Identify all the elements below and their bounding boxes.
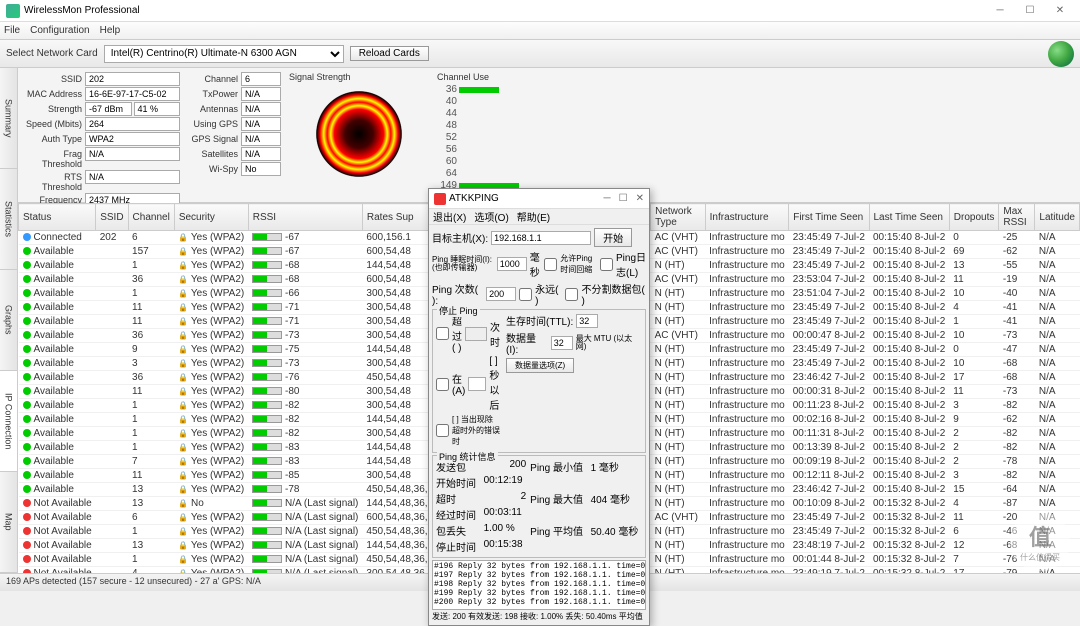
minimize-button[interactable]: ─	[986, 2, 1014, 20]
when-check[interactable]	[436, 327, 449, 340]
target-label: 目标主机(X):	[432, 230, 488, 245]
stop-ping-group: 停止 Ping 超过( )次时 在 (A)[ ] 秒以后 [ ] 当出现除超时外…	[432, 309, 646, 453]
titlebar: WirelessMon Professional ─ ☐ ✕	[0, 0, 1080, 22]
tab-statistics[interactable]: Statistics	[0, 169, 17, 270]
mac-value: 16-6E-97-17-C5-02	[85, 87, 180, 101]
col-header[interactable]: Network Type	[651, 204, 706, 231]
away-check[interactable]	[436, 424, 449, 437]
txpower-value: N/A	[241, 87, 281, 101]
always-check[interactable]	[519, 288, 532, 301]
watermark: 值 什么值得买	[1010, 511, 1070, 571]
dlg-menu-exit[interactable]: 退出(X)	[433, 209, 466, 224]
col-header[interactable]: Dropouts	[949, 204, 999, 231]
reload-cards-button[interactable]: Reload Cards	[350, 46, 429, 61]
ping-log[interactable]: #196 Reply 32 bytes from 192.168.1.1. ti…	[432, 560, 646, 610]
channel-value: 6	[241, 72, 281, 86]
ping-count-input[interactable]	[486, 287, 516, 301]
col-header[interactable]: Infrastructure	[705, 204, 789, 231]
globe-icon[interactable]	[1048, 41, 1074, 67]
col-header[interactable]: SSID	[96, 204, 128, 231]
rts-value: N/A	[85, 170, 180, 184]
ping-interval-input[interactable]	[497, 257, 527, 271]
start-button[interactable]: 开始	[594, 228, 632, 247]
target-input[interactable]	[491, 231, 591, 245]
dialog-menu: 退出(X) 选项(O) 帮助(E)	[429, 209, 649, 225]
tab-graphs[interactable]: Graphs	[0, 270, 17, 371]
gps-value: N/A	[241, 117, 281, 131]
dialog-titlebar[interactable]: ATKKPING ─ ☐ ✕	[429, 189, 649, 209]
app-icon	[6, 4, 20, 18]
network-card-label: Select Network Card	[6, 48, 98, 59]
sat-value: N/A	[241, 147, 281, 161]
col-header[interactable]: RSSI	[248, 204, 362, 231]
col-header[interactable]: Max RSSI	[999, 204, 1035, 231]
col-header[interactable]: Channel	[128, 204, 174, 231]
dialog-title: ATKKPING	[449, 193, 499, 204]
strength-dbm: -67 dBm	[85, 102, 132, 116]
side-tabs: Summary Statistics Graphs IP Connection …	[0, 68, 18, 573]
menu-help[interactable]: Help	[100, 25, 121, 36]
maximize-button[interactable]: ☐	[1016, 2, 1044, 20]
gpssig-value: N/A	[241, 132, 281, 146]
col-header[interactable]: First Time Seen	[789, 204, 869, 231]
dialog-icon	[434, 193, 446, 205]
tab-ip-connection[interactable]: IP Connection	[0, 371, 17, 472]
close-button[interactable]: ✕	[1046, 2, 1074, 20]
at-check[interactable]	[436, 378, 449, 391]
ping-summary: 发送: 200 有效发送: 198 接收: 1.00% 丢失: 50.40ms …	[432, 611, 646, 622]
ping-log-check[interactable]	[600, 258, 613, 271]
menu-file[interactable]: File	[4, 25, 20, 36]
connection-info: SSID202 MAC Address16-6E-97-17-C5-02 Str…	[22, 72, 180, 198]
signal-strength-title: Signal Strength	[289, 72, 429, 82]
radio-info: Channel6 TxPowerN/A AntennasN/A Using GP…	[188, 72, 281, 198]
top-panel: SSID202 MAC Address16-6E-97-17-C5-02 Str…	[18, 68, 1080, 203]
toolbar: Select Network Card Intel(R) Centrino(R)…	[0, 40, 1080, 68]
ping-interval-label: Ping 睡眠时间(I): (也即传输器)	[432, 256, 494, 272]
channel-use-title: Channel Use	[437, 72, 1076, 82]
nosplit-check[interactable]	[565, 288, 578, 301]
wispy-value: No	[241, 162, 281, 176]
antennas-value: N/A	[241, 102, 281, 116]
dialog-close[interactable]: ✕	[636, 193, 644, 204]
dlg-menu-options[interactable]: 选项(O)	[474, 209, 508, 224]
ttl-input[interactable]	[576, 314, 598, 328]
frag-value: N/A	[85, 147, 180, 161]
allow-ping-check[interactable]	[544, 258, 557, 271]
col-header[interactable]: Last Time Seen	[869, 204, 949, 231]
col-header[interactable]: Security	[174, 204, 248, 231]
menu-configuration[interactable]: Configuration	[30, 25, 89, 36]
strength-pct: 41 %	[134, 102, 181, 116]
data-choices-button[interactable]: 数据量选项(Z)	[506, 358, 574, 373]
dialog-maximize[interactable]: ☐	[619, 193, 628, 204]
col-header[interactable]: Latitude	[1035, 204, 1080, 231]
auth-value: WPA2	[85, 132, 180, 146]
col-header[interactable]: Status	[19, 204, 96, 231]
atkkping-dialog: ATKKPING ─☐✕ 退出(X) 选项(O) 帮助(E) 目标主机(X): …	[428, 188, 650, 626]
stats-group: Ping 统计信息 发送包200Ping 最小值1 毫秒 开始时间00:12:1…	[432, 455, 646, 558]
network-card-select[interactable]: Intel(R) Centrino(R) Ultimate-N 6300 AGN	[104, 45, 344, 63]
when-input[interactable]	[465, 327, 487, 341]
signal-radar	[309, 84, 409, 184]
window-title: WirelessMon Professional	[24, 5, 140, 16]
ssid-value: 202	[85, 72, 180, 86]
speed-value: 264	[85, 117, 180, 131]
dlg-menu-help[interactable]: 帮助(E)	[517, 209, 550, 224]
menubar: File Configuration Help	[0, 22, 1080, 40]
mtu-input[interactable]	[551, 336, 573, 350]
tab-map[interactable]: Map	[0, 472, 17, 573]
tab-summary[interactable]: Summary	[0, 68, 17, 169]
dialog-minimize[interactable]: ─	[604, 193, 611, 204]
